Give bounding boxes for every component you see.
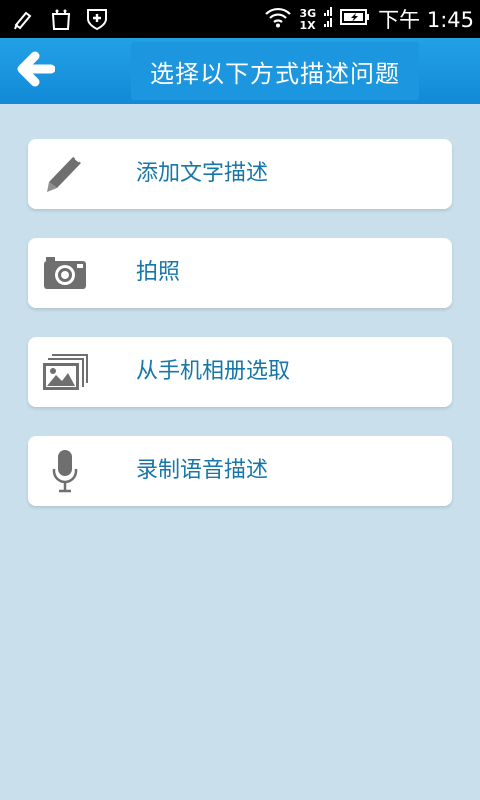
signal-icon — [324, 6, 333, 32]
network-bottom-label: 1X — [299, 18, 316, 32]
back-button[interactable] — [16, 51, 56, 91]
wifi-icon — [265, 6, 292, 32]
brush-notification-icon — [12, 7, 36, 31]
title-container: 选择以下方式描述问题 — [131, 42, 419, 100]
pencil-icon — [42, 154, 88, 194]
camera-icon — [42, 253, 88, 293]
shopping-bag-icon — [50, 7, 72, 31]
option-choose-from-album[interactable]: 从手机相册选取 — [28, 337, 452, 407]
network-top-label: 3G — [299, 6, 317, 20]
option-add-text[interactable]: 添加文字描述 — [28, 139, 452, 209]
title-bar: 选择以下方式描述问题 — [0, 38, 480, 104]
page-title: 选择以下方式描述问题 — [150, 59, 400, 88]
network-type: 3G 1X — [299, 8, 316, 31]
shield-plus-icon — [86, 7, 108, 31]
notification-icons — [12, 6, 108, 32]
gallery-icon — [42, 352, 88, 392]
option-label: 从手机相册选取 — [136, 359, 291, 384]
battery-charging-icon — [340, 7, 370, 31]
arrow-left-icon — [17, 51, 56, 91]
option-take-photo[interactable]: 拍照 — [28, 238, 452, 308]
status-indicators: 3G 1X 下午 1:45 — [265, 0, 474, 38]
microphone-icon — [42, 450, 88, 493]
option-record-voice[interactable]: 录制语音描述 — [28, 436, 452, 506]
option-label: 录制语音描述 — [136, 458, 269, 483]
status-bar: 3G 1X 下午 1:45 — [0, 0, 480, 38]
option-label: 添加文字描述 — [136, 161, 269, 186]
option-label: 拍照 — [136, 260, 181, 285]
clock: 下午 1:45 — [378, 8, 474, 32]
